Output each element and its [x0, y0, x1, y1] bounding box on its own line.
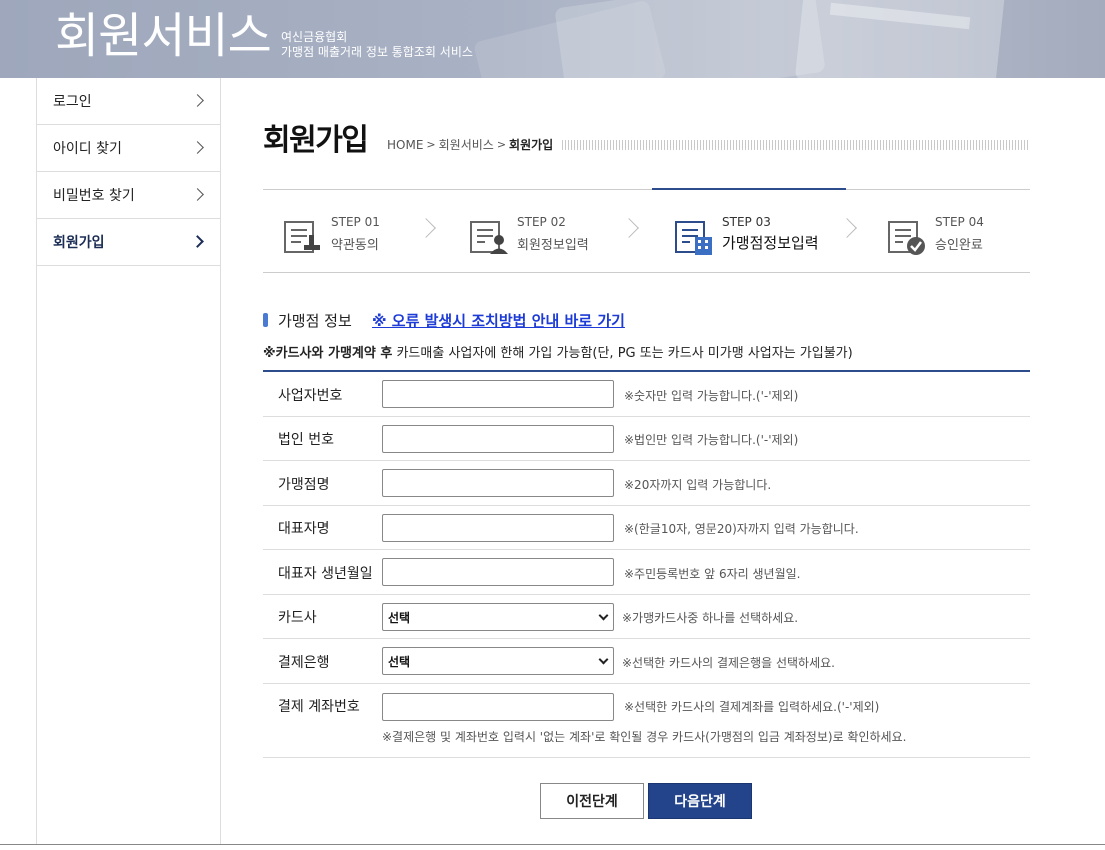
- step-label: 회원정보입력: [517, 238, 589, 253]
- banner-subtitle-line1: 여신금융협회: [281, 30, 348, 44]
- step-arrow-icon: [837, 218, 857, 238]
- chevron-right-icon: [191, 94, 204, 107]
- step-number: STEP 01: [331, 215, 380, 229]
- banner-subtitle: 여신금융협회 가맹점 매출거래 정보 통합조회 서비스: [281, 30, 473, 60]
- representative-hint: ※(한글10자, 영문20)자까지 입력 가능합니다.: [624, 522, 859, 536]
- steps-top-border: [263, 189, 1030, 190]
- steps-bottom-border: [263, 272, 1030, 273]
- prev-step-button[interactable]: 이전단계: [540, 783, 644, 819]
- sidebar-item-signup[interactable]: 회원가입: [37, 219, 220, 266]
- document-stamp-icon: [284, 221, 320, 253]
- breadcrumb-dotted-line: [562, 140, 1030, 150]
- bank-selected: 선택: [388, 654, 411, 669]
- form-row-birthdate: 대표자 생년월일 ※주민등록번호 앞 6자리 생년월일.: [263, 550, 1030, 595]
- steps-active-indicator: [652, 188, 846, 190]
- sidebar-item-find-id[interactable]: 아이디 찾기: [37, 125, 220, 172]
- business-number-hint: ※숫자만 입력 가능합니다.('-'제외): [624, 389, 799, 403]
- form-row-representative: 대표자명 ※(한글10자, 영문20)자까지 입력 가능합니다.: [263, 506, 1030, 550]
- bank-hint: ※선택한 카드사의 결제은행을 선택하세요.: [622, 656, 835, 670]
- banner-title: 회원서비스: [55, 8, 272, 64]
- form-row-corporate-number: 법인 번호 ※법인만 입력 가능합니다.('-'제외): [263, 417, 1030, 461]
- notice-text: 카드매출 사업자에 한해 가입 가능함(단, PG 또는 카드사 미가맹 사업자…: [392, 346, 853, 361]
- sidebar: 로그인 아이디 찾기 비밀번호 찾기 회원가입: [36, 78, 221, 845]
- chevron-right-icon: >: [426, 138, 436, 151]
- sidebar-item-label: 아이디 찾기: [53, 141, 122, 157]
- bottom-divider: [0, 844, 1105, 845]
- page-title: 회원가입: [263, 123, 369, 158]
- document-check-icon: [888, 221, 925, 255]
- step-number: STEP 03: [722, 215, 771, 229]
- card-company-hint: ※가맹카드사중 하나를 선택하세요.: [622, 611, 799, 625]
- breadcrumb: HOME > 회원서비스 > 회원가입: [387, 136, 553, 153]
- step-arrow-icon: [619, 218, 639, 238]
- next-step-button[interactable]: 다음단계: [648, 783, 752, 819]
- form-row-account: 결제 계좌번호 ※선택한 카드사의 결제계좌를 입력하세요.('-'제외) ※결…: [263, 684, 1030, 758]
- chevron-right-icon: [191, 188, 204, 201]
- banner-card-graphic: [554, 0, 826, 78]
- account-input[interactable]: [382, 693, 614, 721]
- merchant-name-input[interactable]: [382, 469, 614, 497]
- top-banner: 회원서비스 여신금융협회 가맹점 매출거래 정보 통합조회 서비스: [0, 0, 1105, 78]
- card-company-label: 카드사: [278, 610, 317, 626]
- account-hint-secondary: ※결제은행 및 계좌번호 입력시 '없는 계좌'로 확인될 경우 카드사(가맹점…: [382, 730, 907, 744]
- document-user-icon: [470, 221, 508, 254]
- notice-bold: ※카드사와 가맹계약 후: [263, 346, 393, 361]
- merchant-name-label: 가맹점명: [278, 477, 330, 493]
- chevron-down-icon: [598, 610, 609, 621]
- section-marker: [263, 313, 268, 327]
- step-label: 가맹점정보입력: [722, 234, 819, 252]
- card-company-select[interactable]: 선택: [382, 603, 614, 631]
- document-building-icon: [675, 221, 712, 255]
- birthdate-input[interactable]: [382, 558, 614, 586]
- banner-subtitle-line2: 가맹점 매출거래 정보 통합조회 서비스: [281, 45, 473, 59]
- step-number: STEP 02: [517, 215, 566, 229]
- form-row-card-company: 카드사 선택 ※가맹카드사중 하나를 선택하세요.: [263, 595, 1030, 639]
- representative-input[interactable]: [382, 514, 614, 542]
- bank-label: 결제은행: [278, 655, 330, 671]
- sidebar-item-find-password[interactable]: 비밀번호 찾기: [37, 172, 220, 219]
- breadcrumb-home[interactable]: HOME: [387, 138, 423, 152]
- sidebar-item-label: 회원가입: [53, 235, 105, 251]
- business-number-label: 사업자번호: [278, 388, 343, 404]
- step-arrow-icon: [416, 218, 436, 238]
- corporate-number-hint: ※법인만 입력 가능합니다.('-'제외): [624, 433, 799, 447]
- form-row-business-number: 사업자번호 ※숫자만 입력 가능합니다.('-'제외): [263, 372, 1030, 417]
- chevron-right-icon: >: [496, 138, 507, 151]
- business-number-input[interactable]: [382, 380, 614, 408]
- chevron-right-icon: [191, 235, 204, 248]
- bank-select[interactable]: 선택: [382, 647, 614, 675]
- step-label: 승인완료: [935, 238, 983, 253]
- breadcrumb-current: 회원가입: [509, 138, 554, 152]
- form-row-bank: 결제은행 선택 ※선택한 카드사의 결제은행을 선택하세요.: [263, 639, 1030, 684]
- birthdate-label: 대표자 생년월일: [278, 566, 373, 582]
- sidebar-item-label: 로그인: [53, 94, 92, 110]
- account-hint: ※선택한 카드사의 결제계좌를 입력하세요.('-'제외): [624, 700, 880, 714]
- chevron-right-icon: [191, 141, 204, 154]
- section-title: 가맹점 정보: [278, 312, 352, 330]
- sidebar-item-login[interactable]: 로그인: [37, 78, 220, 125]
- sidebar-item-label: 비밀번호 찾기: [53, 188, 135, 204]
- merchant-name-hint: ※20자까지 입력 가능합니다.: [624, 478, 772, 492]
- birthdate-hint: ※주민등록번호 앞 6자리 생년월일.: [624, 567, 801, 581]
- breadcrumb-member-service[interactable]: 회원서비스: [439, 136, 494, 153]
- signup-notice: ※카드사와 가맹계약 후 카드매출 사업자에 한해 가입 가능함(단, PG 또…: [263, 342, 853, 361]
- corporate-number-label: 법인 번호: [278, 432, 334, 448]
- form-row-merchant-name: 가맹점명 ※20자까지 입력 가능합니다.: [263, 461, 1030, 506]
- error-guide-link[interactable]: ※ 오류 발생시 조치방법 안내 바로 가기: [372, 310, 625, 331]
- step-number: STEP 04: [935, 215, 984, 229]
- chevron-down-icon: [598, 654, 609, 665]
- card-company-selected: 선택: [388, 610, 411, 625]
- representative-label: 대표자명: [278, 521, 330, 537]
- corporate-number-input[interactable]: [382, 425, 614, 453]
- account-label: 결제 계좌번호: [278, 699, 360, 715]
- step-label: 약관동의: [331, 238, 379, 253]
